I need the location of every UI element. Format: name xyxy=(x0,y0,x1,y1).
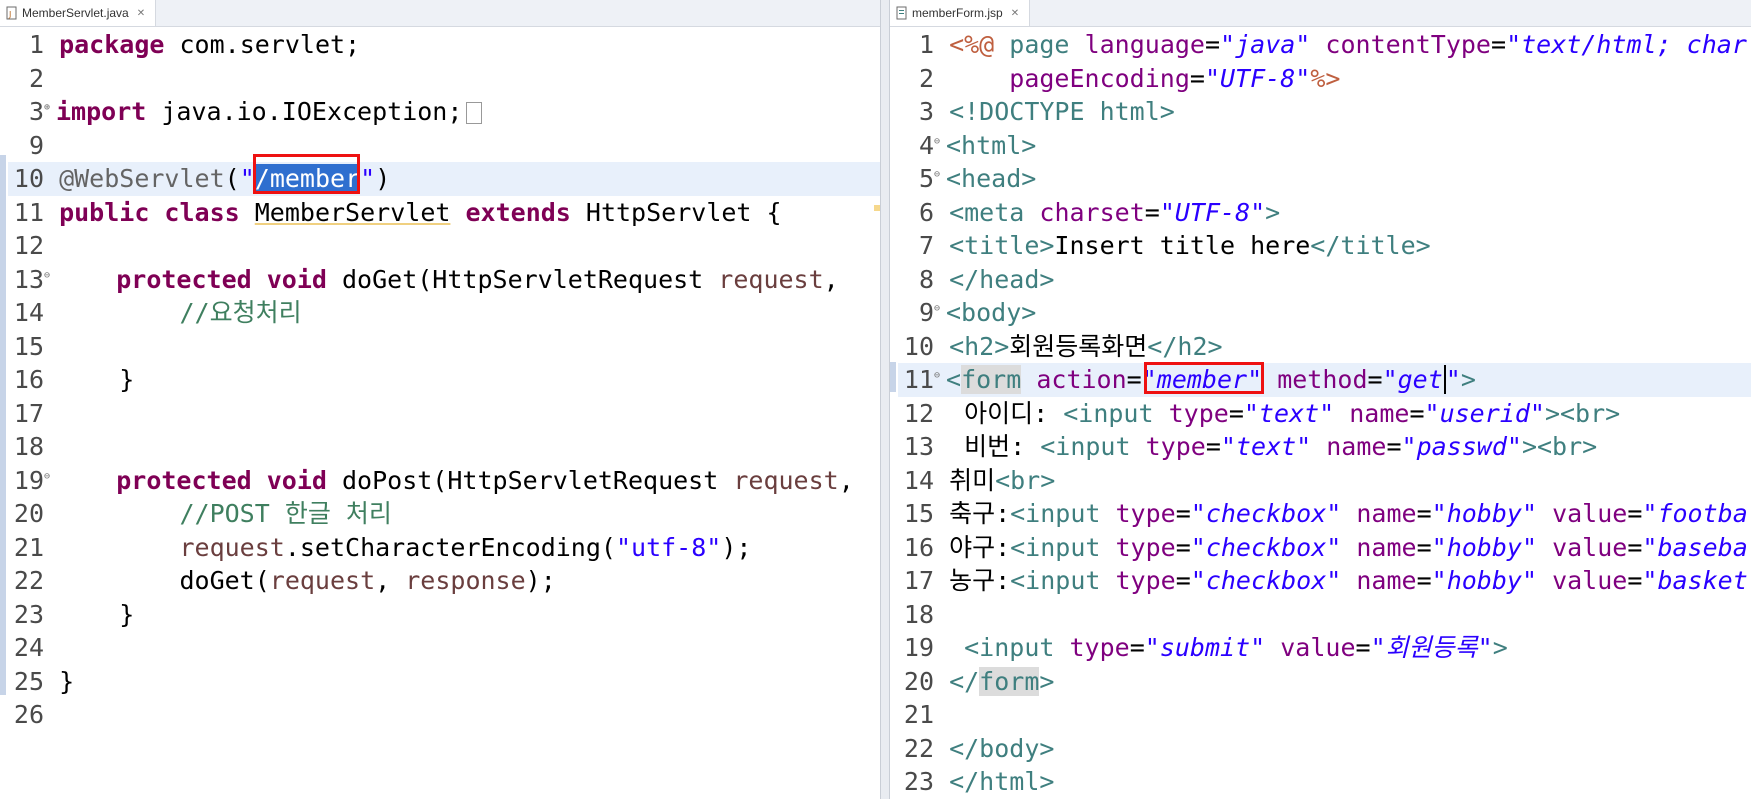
jsp-file-icon xyxy=(896,6,908,20)
code-line: 14 //요청처리 xyxy=(13,298,302,327)
fold-icon[interactable]: ⊖ xyxy=(934,129,946,155)
code-line: 25 } xyxy=(13,666,75,696)
close-icon[interactable]: ✕ xyxy=(1011,8,1019,19)
code-line: 23 } xyxy=(13,599,135,629)
code-line: 6 <meta charset="UTF-8"> xyxy=(918,197,1281,227)
code-line: 10 @WebServlet("/member") xyxy=(8,162,880,196)
collapsed-imports-box[interactable] xyxy=(466,102,483,124)
java-file-icon: J xyxy=(6,6,18,20)
close-icon[interactable]: ✕ xyxy=(137,8,145,19)
code-line: 4⊖ <html> xyxy=(918,129,1037,160)
code-line: 12 아이디: <input type="text" name="userid"… xyxy=(903,398,1621,428)
code-line: 12 xyxy=(13,231,44,260)
fold-icon[interactable]: ⊖ xyxy=(934,162,946,188)
code-line: 15 축구:<input type="checkbox" name="hobby… xyxy=(903,499,1748,528)
code-line: 18 xyxy=(903,599,934,629)
code-line: 2 xyxy=(28,63,44,93)
code-line: 11⊖ <form action="member" method="get "> xyxy=(898,363,1751,397)
fold-icon[interactable]: ⊖ xyxy=(44,464,56,490)
code-line: 16 야구:<input type="checkbox" name="hobby… xyxy=(903,532,1748,562)
fold-icon[interactable]: ⊖ xyxy=(44,263,56,289)
change-gutter-marker xyxy=(890,362,896,392)
code-line: 21 request.setCharacterEncoding("utf-8")… xyxy=(13,532,752,562)
svg-text:J: J xyxy=(8,10,11,19)
tab-label: memberForm.jsp xyxy=(912,6,1003,20)
code-line: 15 xyxy=(13,331,44,361)
tab-member-servlet-java[interactable]: J MemberServlet.java ✕ xyxy=(0,0,157,26)
code-line: 20 //POST 한글 처리 xyxy=(13,499,392,528)
java-editor-pane[interactable]: J MemberServlet.java ✕ 1 package com.ser… xyxy=(0,0,880,799)
code-line: 17 xyxy=(13,398,44,428)
tab-label: MemberServlet.java xyxy=(22,6,129,20)
code-line: 11 public class MemberServlet extends Ht… xyxy=(13,197,782,227)
code-line: 18 xyxy=(13,432,44,461)
code-line: 2 pageEncoding="UTF-8"%> xyxy=(918,63,1341,93)
code-line: 13 비번: <input type="text" name="passwd">… xyxy=(903,432,1598,461)
code-line: 16 } xyxy=(13,365,135,394)
code-line: 5⊖ <head> xyxy=(918,162,1037,193)
code-line: 3⊕ import java.io.IOException; xyxy=(8,95,880,129)
code-line: 17 농구:<input type="checkbox" name="hobby… xyxy=(903,566,1748,595)
code-line: 9 xyxy=(28,130,44,160)
fold-icon[interactable]: ⊖ xyxy=(934,363,946,389)
code-line: 9⊖ <body> xyxy=(918,296,1037,327)
tab-member-form-jsp[interactable]: memberForm.jsp ✕ xyxy=(890,0,1031,26)
code-line: 19 <input type="submit" value="회원등록"> xyxy=(903,633,1508,662)
code-line: 13⊖ protected void doGet(HttpServletRequ… xyxy=(13,263,839,294)
code-line: 7 <title>Insert title here</title> xyxy=(918,231,1431,260)
code-line: 8 </head> xyxy=(918,264,1055,294)
code-line: 26 xyxy=(13,700,44,729)
java-editor-tabbar: J MemberServlet.java ✕ xyxy=(0,0,880,27)
code-line: 10 <h2>회원등록화면</h2> xyxy=(903,331,1223,361)
code-line: 24 xyxy=(13,633,44,662)
fold-icon[interactable]: ⊖ xyxy=(934,296,946,322)
code-line: 22 doGet(request, response); xyxy=(13,566,556,595)
code-line: 22 </body> xyxy=(903,733,1055,763)
code-line: 20 </form> xyxy=(903,666,1055,696)
code-line: 3 <!DOCTYPE html> xyxy=(918,97,1175,126)
jsp-editor-pane[interactable]: memberForm.jsp ✕ 1 <%@ page language="ja… xyxy=(890,0,1751,799)
code-line: 1 <%@ page language="java" contentType="… xyxy=(918,30,1747,59)
code-line: 1 package com.servlet; xyxy=(28,30,361,59)
change-gutter-marker xyxy=(0,155,6,695)
code-line: 14 취미<br> xyxy=(903,465,1056,495)
jsp-editor-tabbar: memberForm.jsp ✕ xyxy=(890,0,1751,27)
code-line: 19⊖ protected void doPost(HttpServletReq… xyxy=(13,464,854,495)
fold-icon[interactable]: ⊕ xyxy=(44,95,56,121)
jsp-code-area[interactable]: 1 <%@ page language="java" contentType="… xyxy=(898,28,1751,799)
code-line: 21 xyxy=(903,700,934,729)
java-code-area[interactable]: 1 package com.servlet; 2 3⊕ import java.i… xyxy=(8,28,880,732)
code-line: 23 </html> xyxy=(903,767,1055,796)
editor-splitter[interactable] xyxy=(880,0,890,799)
